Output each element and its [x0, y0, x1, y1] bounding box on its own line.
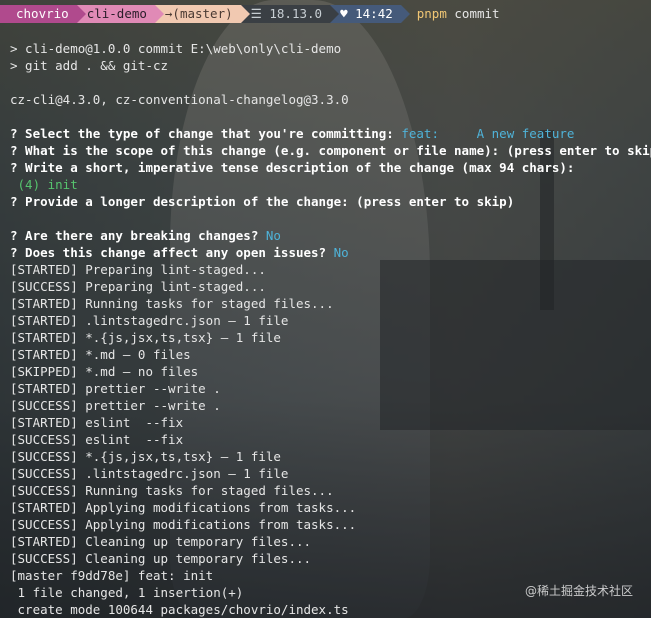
lint-output-line: [STARTED] Running tasks for staged files… — [10, 296, 334, 311]
commit-result-line: 1 file changed, 1 insertion(+) — [10, 585, 244, 600]
output-line: cz-cli@4.3.0, cz-conventional-changelog@… — [10, 92, 349, 107]
prompt-status-bar: chovrio cli-demo →(master) ☰ 18.13.0 ♥ 1… — [0, 5, 500, 23]
prompt-dir-segment: cli-demo — [76, 5, 165, 23]
question-text: ? Are there any breaking changes? — [10, 228, 259, 243]
lint-output-line: [SUCCESS] eslint --fix — [10, 432, 184, 447]
lint-output-line: [SKIPPED] *.md — no files — [10, 364, 199, 379]
lint-output-line: [STARTED] Applying modifications from ta… — [10, 500, 357, 515]
lint-output-line: [STARTED] eslint --fix — [10, 415, 184, 430]
lint-output-line: [SUCCESS] Cleaning up temporary files... — [10, 551, 312, 566]
terminal-window[interactable]: chovrio cli-demo →(master) ☰ 18.13.0 ♥ 1… — [0, 0, 651, 618]
commit-body-question: ? Provide a longer description of the ch… — [10, 194, 515, 209]
lint-output-line: [SUCCESS] *.{js,jsx,ts,tsx} — 1 file — [10, 449, 281, 464]
command-arg: commit — [454, 6, 500, 21]
lint-output-line: [STARTED] *.md — 0 files — [10, 347, 191, 362]
command-tool: pnpm — [416, 6, 447, 21]
commit-result-line: [master f9dd78e] feat: init — [10, 568, 214, 583]
prompt-user-segment: chovrio — [0, 5, 86, 23]
question-answer: feat: A new feature — [401, 126, 575, 141]
open-issues-question: ? Does this change affect any open issue… — [10, 244, 349, 261]
lint-output-line: [SUCCESS] Preparing lint-staged... — [10, 279, 266, 294]
breaking-changes-question: ? Are there any breaking changes? No — [10, 227, 281, 244]
lint-output-line: [STARTED] Cleaning up temporary files... — [10, 534, 312, 549]
lint-output-line: [SUCCESS] prettier --write . — [10, 398, 221, 413]
output-line: > git add . && git-cz — [10, 58, 169, 73]
question-text: ? Select the type of change that you're … — [10, 126, 394, 141]
question-answer: No — [265, 228, 281, 243]
lint-output-line: [SUCCESS] Applying modifications from ta… — [10, 517, 357, 532]
lint-output-line: [STARTED] *.{js,jsx,ts,tsx} — 1 file — [10, 330, 281, 345]
watermark-text: @稀土掘金技术社区 — [524, 584, 633, 598]
commit-type-question: ? Select the type of change that you're … — [10, 125, 574, 142]
commit-result-line: create mode 100644 packages/chovrio/inde… — [10, 602, 349, 617]
commit-scope-question: ? What is the scope of this change (e.g.… — [10, 143, 651, 158]
lint-output-line: [STARTED] Preparing lint-staged... — [10, 262, 266, 277]
lint-output-line: [SUCCESS] Running tasks for staged files… — [10, 483, 334, 498]
prompt-node-version-segment: ☰ 18.13.0 — [240, 5, 340, 23]
question-answer: No — [333, 245, 349, 260]
question-text: ? Does this change affect any open issue… — [10, 245, 327, 260]
commit-subject-question: ? Write a short, imperative tense descri… — [10, 160, 575, 175]
lint-output-line: [SUCCESS] .lintstagedrc.json — 1 file — [10, 466, 289, 481]
lint-output-line: [STARTED] .lintstagedrc.json — 1 file — [10, 313, 289, 328]
output-line: > cli-demo@1.0.0 commit E:\web\only\cli-… — [10, 41, 342, 56]
prompt-command: pnpm commit — [401, 5, 500, 23]
commit-subject-input[interactable]: (4) init — [10, 176, 78, 193]
prompt-time-segment: ♥ 14:42 — [330, 5, 410, 23]
prompt-git-branch-segment: →(master) — [154, 5, 250, 23]
lint-output-line: [STARTED] prettier --write . — [10, 381, 221, 396]
